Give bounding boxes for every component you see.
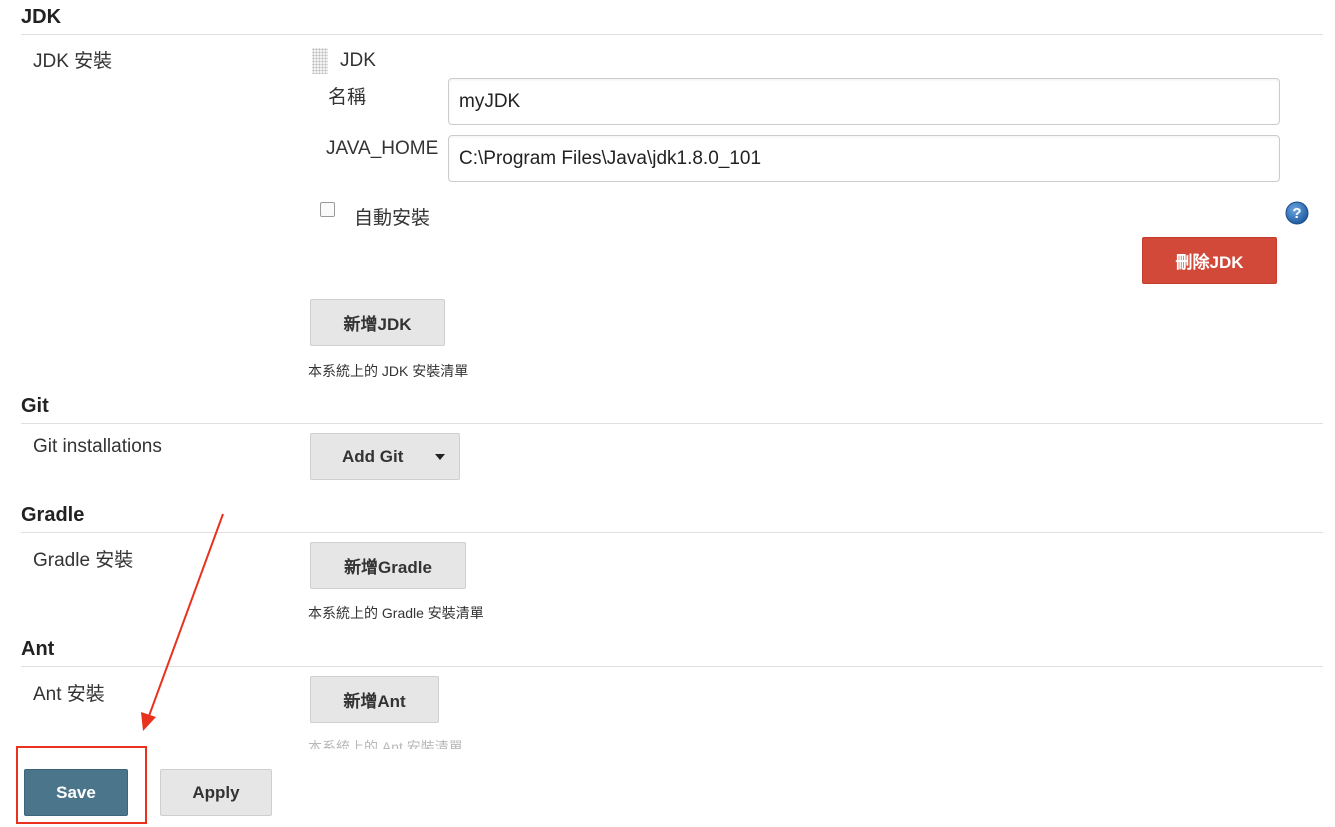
- annotation-arrow-icon: [141, 513, 224, 731]
